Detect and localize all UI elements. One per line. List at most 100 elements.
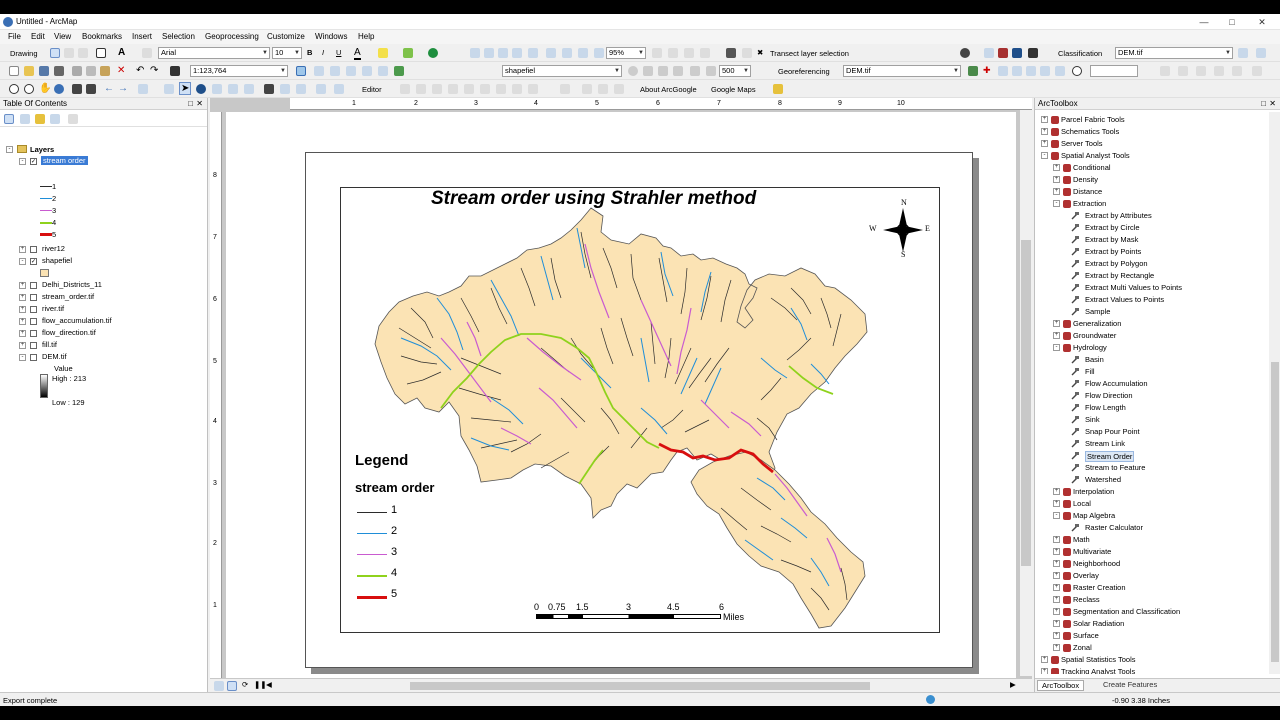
scroll-right-icon[interactable]: ▶ [1010, 680, 1016, 689]
toolbox-item[interactable]: + Schematics Tools [1035, 126, 1269, 138]
model-builder-icon[interactable] [394, 66, 404, 76]
georeferencing-menu[interactable]: Georeferencing [778, 67, 830, 76]
fixed-zoom-out-icon[interactable] [562, 48, 572, 58]
toolbox-item[interactable]: Stream Link [1035, 438, 1269, 450]
toc-options-icon[interactable] [68, 114, 78, 124]
toc-window-icon[interactable] [314, 66, 324, 76]
full-extent-icon[interactable] [54, 84, 64, 94]
list-by-drawing-order-icon[interactable] [4, 114, 14, 124]
toolbox-item[interactable]: + Tracking Analyst Tools [1035, 666, 1269, 674]
stream-order-collapse-icon[interactable]: - [19, 158, 26, 165]
rotate-icon[interactable] [64, 48, 74, 58]
dem-layer[interactable]: DEM.tif [42, 352, 67, 361]
expand-icon[interactable]: + [1053, 500, 1060, 507]
georef-rotate-icon[interactable] [968, 66, 978, 76]
find-icon[interactable] [264, 84, 274, 94]
toolbox-item[interactable]: - Extraction [1035, 198, 1269, 210]
tool-dot-icon[interactable] [960, 48, 970, 58]
toolbox-item[interactable]: + Overlay [1035, 570, 1269, 582]
measure-icon[interactable] [1072, 66, 1082, 76]
fill-tif-checkbox[interactable] [30, 342, 37, 349]
list-by-source-icon[interactable] [20, 114, 30, 124]
list-by-selection-icon[interactable] [50, 114, 60, 124]
menu-file[interactable]: File [8, 32, 21, 41]
spatial-adjust-icon[interactable] [614, 84, 624, 94]
layers-collapse-icon[interactable]: - [6, 146, 13, 153]
focus-frame-icon[interactable] [668, 48, 678, 58]
effects-brightness-icon[interactable] [673, 66, 683, 76]
paste-icon[interactable] [100, 66, 110, 76]
italic-button[interactable]: I [322, 48, 324, 57]
stream-order-tif-layer[interactable]: stream_order.tif [42, 292, 94, 301]
create-viewer-icon[interactable] [334, 84, 344, 94]
go-to-xy-icon[interactable] [296, 84, 306, 94]
expand-icon[interactable]: + [1053, 584, 1060, 591]
search-window-icon[interactable] [346, 66, 356, 76]
collapse-icon[interactable]: - [1053, 344, 1060, 351]
toolbox-item[interactable]: Extract by Rectangle [1035, 270, 1269, 282]
scale-bar[interactable]: 0 0.75 1.5 3 4.5 6 Miles [531, 600, 771, 626]
cut-icon[interactable] [72, 66, 82, 76]
georef-grid-icon[interactable] [1055, 66, 1065, 76]
toolbox-item[interactable]: + Surface [1035, 630, 1269, 642]
line-color-icon[interactable] [403, 48, 413, 58]
expand-icon[interactable]: + [1053, 548, 1060, 555]
expand-icon[interactable]: + [1053, 164, 1060, 171]
menu-help[interactable]: Help [358, 32, 374, 41]
toolbox-item[interactable]: + Spatial Statistics Tools [1035, 654, 1269, 666]
histogram-icon[interactable] [1256, 48, 1266, 58]
save-icon[interactable] [39, 66, 49, 76]
expand-icon[interactable]: + [1053, 572, 1060, 579]
data-frame[interactable]: Stream order using Strahler method N S E… [340, 187, 940, 633]
forward-icon[interactable]: → [118, 83, 128, 94]
toolbox-item[interactable]: - Spatial Analyst Tools [1035, 150, 1269, 162]
river-tif-checkbox[interactable] [30, 306, 37, 313]
draw-freehand-icon[interactable] [1178, 66, 1188, 76]
time-slider-icon[interactable] [316, 84, 326, 94]
shapefiel-checkbox[interactable]: ✓ [30, 258, 37, 265]
data-driven-pages-icon[interactable] [700, 48, 710, 58]
python-window-icon[interactable] [378, 66, 388, 76]
toolbox-item[interactable]: Extract Values to Points [1035, 294, 1269, 306]
menu-windows[interactable]: Windows [315, 32, 347, 41]
measure-input[interactable] [1090, 65, 1138, 77]
toolbox-item[interactable]: Flow Direction [1035, 390, 1269, 402]
collapse-icon[interactable]: - [1053, 512, 1060, 519]
tab-arctoolbox[interactable]: ArcToolbox [1037, 680, 1085, 691]
find-route-icon[interactable] [280, 84, 290, 94]
toolbox-pin-icon[interactable]: □ [1261, 99, 1266, 108]
undo-icon[interactable]: ↶ [136, 65, 144, 76]
toolbox-item[interactable]: + Groundwater [1035, 330, 1269, 342]
toolbox-item[interactable]: Basin [1035, 354, 1269, 366]
shapefiel-collapse-icon[interactable]: - [19, 258, 26, 265]
drawing-menu[interactable]: Drawing [10, 49, 38, 58]
river12-checkbox[interactable] [30, 246, 37, 253]
close-icon[interactable]: ✕ [1250, 14, 1274, 30]
layout-vertical-scrollbar[interactable] [1020, 110, 1032, 676]
print-icon[interactable] [54, 66, 64, 76]
expand-icon[interactable]: + [1041, 656, 1048, 663]
close-panel-icon[interactable]: ✕ [196, 99, 203, 108]
layout-horizontal-thumb[interactable] [410, 682, 870, 690]
cut-polygons-icon[interactable] [448, 84, 458, 94]
toolbox-item[interactable]: Raster Calculator [1035, 522, 1269, 534]
fill-tif-expand-icon[interactable]: + [19, 342, 26, 349]
expand-icon[interactable]: + [1041, 140, 1048, 147]
flow-direction-layer[interactable]: flow_direction.tif [42, 328, 96, 337]
dem-checkbox[interactable] [30, 354, 37, 361]
redo-icon[interactable]: ↷ [150, 65, 158, 76]
tab-create-features[interactable]: Create Features [1099, 680, 1161, 689]
river-tif-expand-icon[interactable]: + [19, 306, 26, 313]
toolbox-item[interactable]: Flow Length [1035, 402, 1269, 414]
draw-polygon-icon[interactable] [1196, 66, 1206, 76]
toolbox-item[interactable]: Watershed [1035, 474, 1269, 486]
zoom-in-page-icon[interactable] [470, 48, 480, 58]
layout-view-icon[interactable] [227, 681, 237, 691]
menu-customize[interactable]: Customize [267, 32, 305, 41]
effects-swipe-icon[interactable] [628, 66, 638, 76]
delete-icon[interactable]: ✕ [117, 65, 125, 76]
draw-line-icon[interactable] [1160, 66, 1170, 76]
toolbox-item[interactable]: Stream to Feature [1035, 462, 1269, 474]
toolbox-item[interactable]: + Local [1035, 498, 1269, 510]
toolbox-item[interactable]: + Math [1035, 534, 1269, 546]
